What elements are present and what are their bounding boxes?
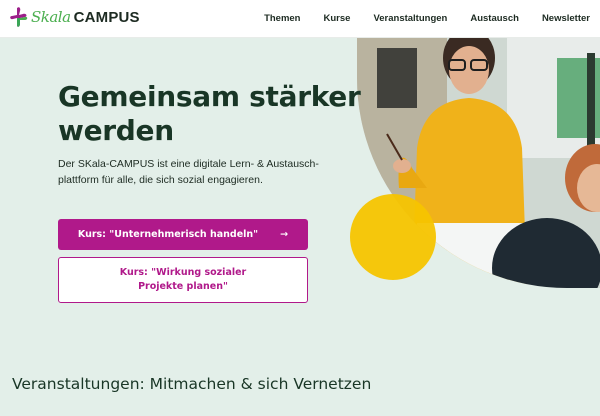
course-button-label: Kurs: "Unternehmerisch handeln" bbox=[77, 229, 259, 240]
nav-item-kurse[interactable]: Kurse bbox=[324, 13, 351, 24]
events-section-heading: Veranstaltungen: Mitmachen & sich Vernet… bbox=[12, 375, 372, 393]
site-logo[interactable]: Skala CAMPUS bbox=[10, 6, 140, 28]
main-nav: Themen Kurse Veranstaltungen Austausch N… bbox=[241, 13, 590, 24]
logo-script-text: Skala bbox=[31, 8, 71, 26]
hero-title: Gemeinsam stärker werden bbox=[58, 80, 361, 147]
logo-campus-text: CAMPUS bbox=[73, 8, 140, 26]
nav-item-austausch[interactable]: Austausch bbox=[470, 13, 519, 24]
arrow-right-icon: → bbox=[280, 229, 289, 240]
nav-item-veranstaltungen[interactable]: Veranstaltungen bbox=[373, 13, 447, 24]
course-button-label: Kurs: "Wirkung sozialer Projekte planen" bbox=[119, 267, 247, 292]
course-button-wirkung[interactable]: Kurs: "Wirkung sozialer Projekte planen" bbox=[58, 257, 308, 303]
nav-item-newsletter[interactable]: Newsletter bbox=[542, 13, 590, 24]
logo-cross-icon bbox=[10, 7, 28, 27]
decorative-yellow-circle bbox=[350, 194, 436, 280]
course-button-unternehmerisch[interactable]: Kurs: "Unternehmerisch handeln" → bbox=[58, 219, 308, 250]
nav-item-themen[interactable]: Themen bbox=[264, 13, 300, 24]
top-navigation-bar: Skala CAMPUS Themen Kurse Veranstaltunge… bbox=[0, 0, 600, 38]
hero-lead-text: Der SKala-CAMPUS ist eine digitale Lern-… bbox=[58, 158, 319, 186]
hero-section: Gemeinsam stärker werden Der SKala-CAMPU… bbox=[0, 38, 600, 416]
